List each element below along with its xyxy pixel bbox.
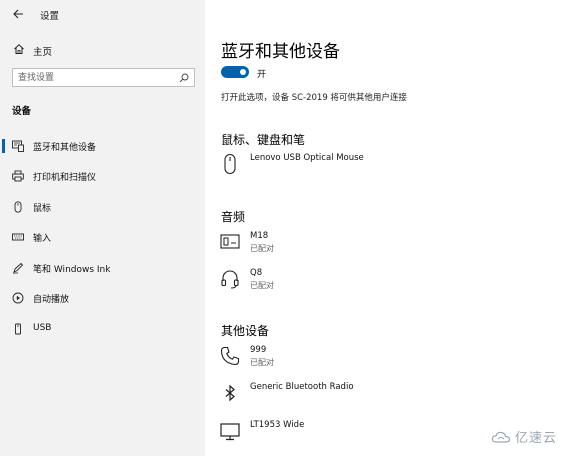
- device-status: 已配对: [250, 244, 274, 253]
- device-name: Generic Bluetooth Radio: [250, 382, 354, 392]
- device-name: LT1953 Wide: [250, 420, 305, 430]
- sidebar-item-label: 鼠标: [33, 204, 52, 214]
- device-status: 已配对: [250, 281, 274, 290]
- section-label-devices: 设备: [12, 106, 32, 117]
- autoplay-icon: [12, 292, 24, 304]
- device-m18[interactable]: M18 已配对: [219, 231, 539, 261]
- printer-icon: [12, 170, 24, 182]
- home-nav-item[interactable]: 主页: [0, 40, 205, 60]
- watermark: 亿速云: [491, 427, 557, 446]
- usb-icon: [12, 323, 24, 335]
- phone-icon: [219, 345, 241, 367]
- search-icon[interactable]: [179, 73, 189, 83]
- watermark-text: 亿速云: [514, 431, 557, 446]
- search-input[interactable]: [18, 69, 168, 86]
- sidebar-item-mouse[interactable]: 鼠标: [0, 193, 205, 221]
- sidebar-item-label: USB: [33, 323, 52, 333]
- sidebar-item-pen[interactable]: 笔和 Windows Ink: [0, 254, 205, 282]
- audio-device-icon: [219, 231, 241, 253]
- home-label: 主页: [33, 47, 53, 58]
- group-title-audio: 音频: [221, 210, 246, 224]
- device-name: Q8: [250, 268, 263, 278]
- page-title: 蓝牙和其他设备: [221, 42, 340, 62]
- cloud-logo-icon: [491, 431, 511, 443]
- discoverable-text: 打开此选项，设备 SC-2019 将可供其他用户连接: [221, 93, 407, 103]
- mouse-icon: [219, 153, 241, 175]
- bluetooth-icon: [219, 382, 241, 404]
- group-title-mouse-keyboard-pen: 鼠标、键盘和笔: [221, 133, 306, 147]
- sidebar-item-label: 自动播放: [33, 295, 70, 305]
- bluetooth-toggle[interactable]: [221, 66, 249, 78]
- back-arrow-icon: [12, 9, 23, 19]
- sidebar-item-usb[interactable]: USB: [0, 315, 205, 343]
- sidebar-item-autoplay[interactable]: 自动播放: [0, 284, 205, 312]
- device-status: 已配对: [250, 358, 274, 367]
- home-icon: [14, 44, 24, 54]
- toggle-state-label: 开: [257, 70, 267, 80]
- device-name: M18: [250, 231, 269, 241]
- sidebar-item-bluetooth[interactable]: 蓝牙和其他设备: [0, 132, 205, 160]
- keyboard-icon: [12, 231, 24, 243]
- main-content: 蓝牙和其他设备 开 打开此选项，设备 SC-2019 将可供其他用户连接 鼠标、…: [205, 0, 567, 456]
- device-q8[interactable]: Q8 已配对: [219, 268, 539, 298]
- device-999[interactable]: 999 已配对: [219, 345, 539, 375]
- pen-icon: [12, 262, 24, 274]
- device-name: 999: [250, 345, 267, 355]
- device-generic-bluetooth-radio[interactable]: Generic Bluetooth Radio: [219, 382, 539, 412]
- monitor-icon: [219, 420, 241, 442]
- sidebar-item-label: 输入: [33, 234, 52, 244]
- toggle-knob: [240, 69, 246, 75]
- sidebar: 设置 主页 设备: [0, 0, 205, 456]
- mouse-icon: [12, 201, 24, 213]
- window-title: 设置: [40, 11, 60, 22]
- search-box[interactable]: [12, 68, 195, 87]
- back-button[interactable]: [10, 6, 26, 22]
- sidebar-item-typing[interactable]: 输入: [0, 223, 205, 251]
- sidebar-item-label: 笔和 Windows Ink: [33, 265, 111, 275]
- group-title-other-devices: 其他设备: [221, 324, 270, 338]
- sidebar-item-label: 打印机和扫描仪: [33, 173, 97, 183]
- sidebar-item-label: 蓝牙和其他设备: [33, 143, 97, 153]
- sidebar-item-printers[interactable]: 打印机和扫描仪: [0, 162, 205, 190]
- device-name: Lenovo USB Optical Mouse: [250, 153, 364, 163]
- settings-window: 设置 主页 设备: [0, 0, 567, 456]
- headset-icon: [219, 268, 241, 290]
- device-lenovo-mouse[interactable]: Lenovo USB Optical Mouse: [219, 153, 539, 183]
- bluetooth-devices-icon: [12, 140, 24, 152]
- title-bar: 设置: [0, 0, 205, 28]
